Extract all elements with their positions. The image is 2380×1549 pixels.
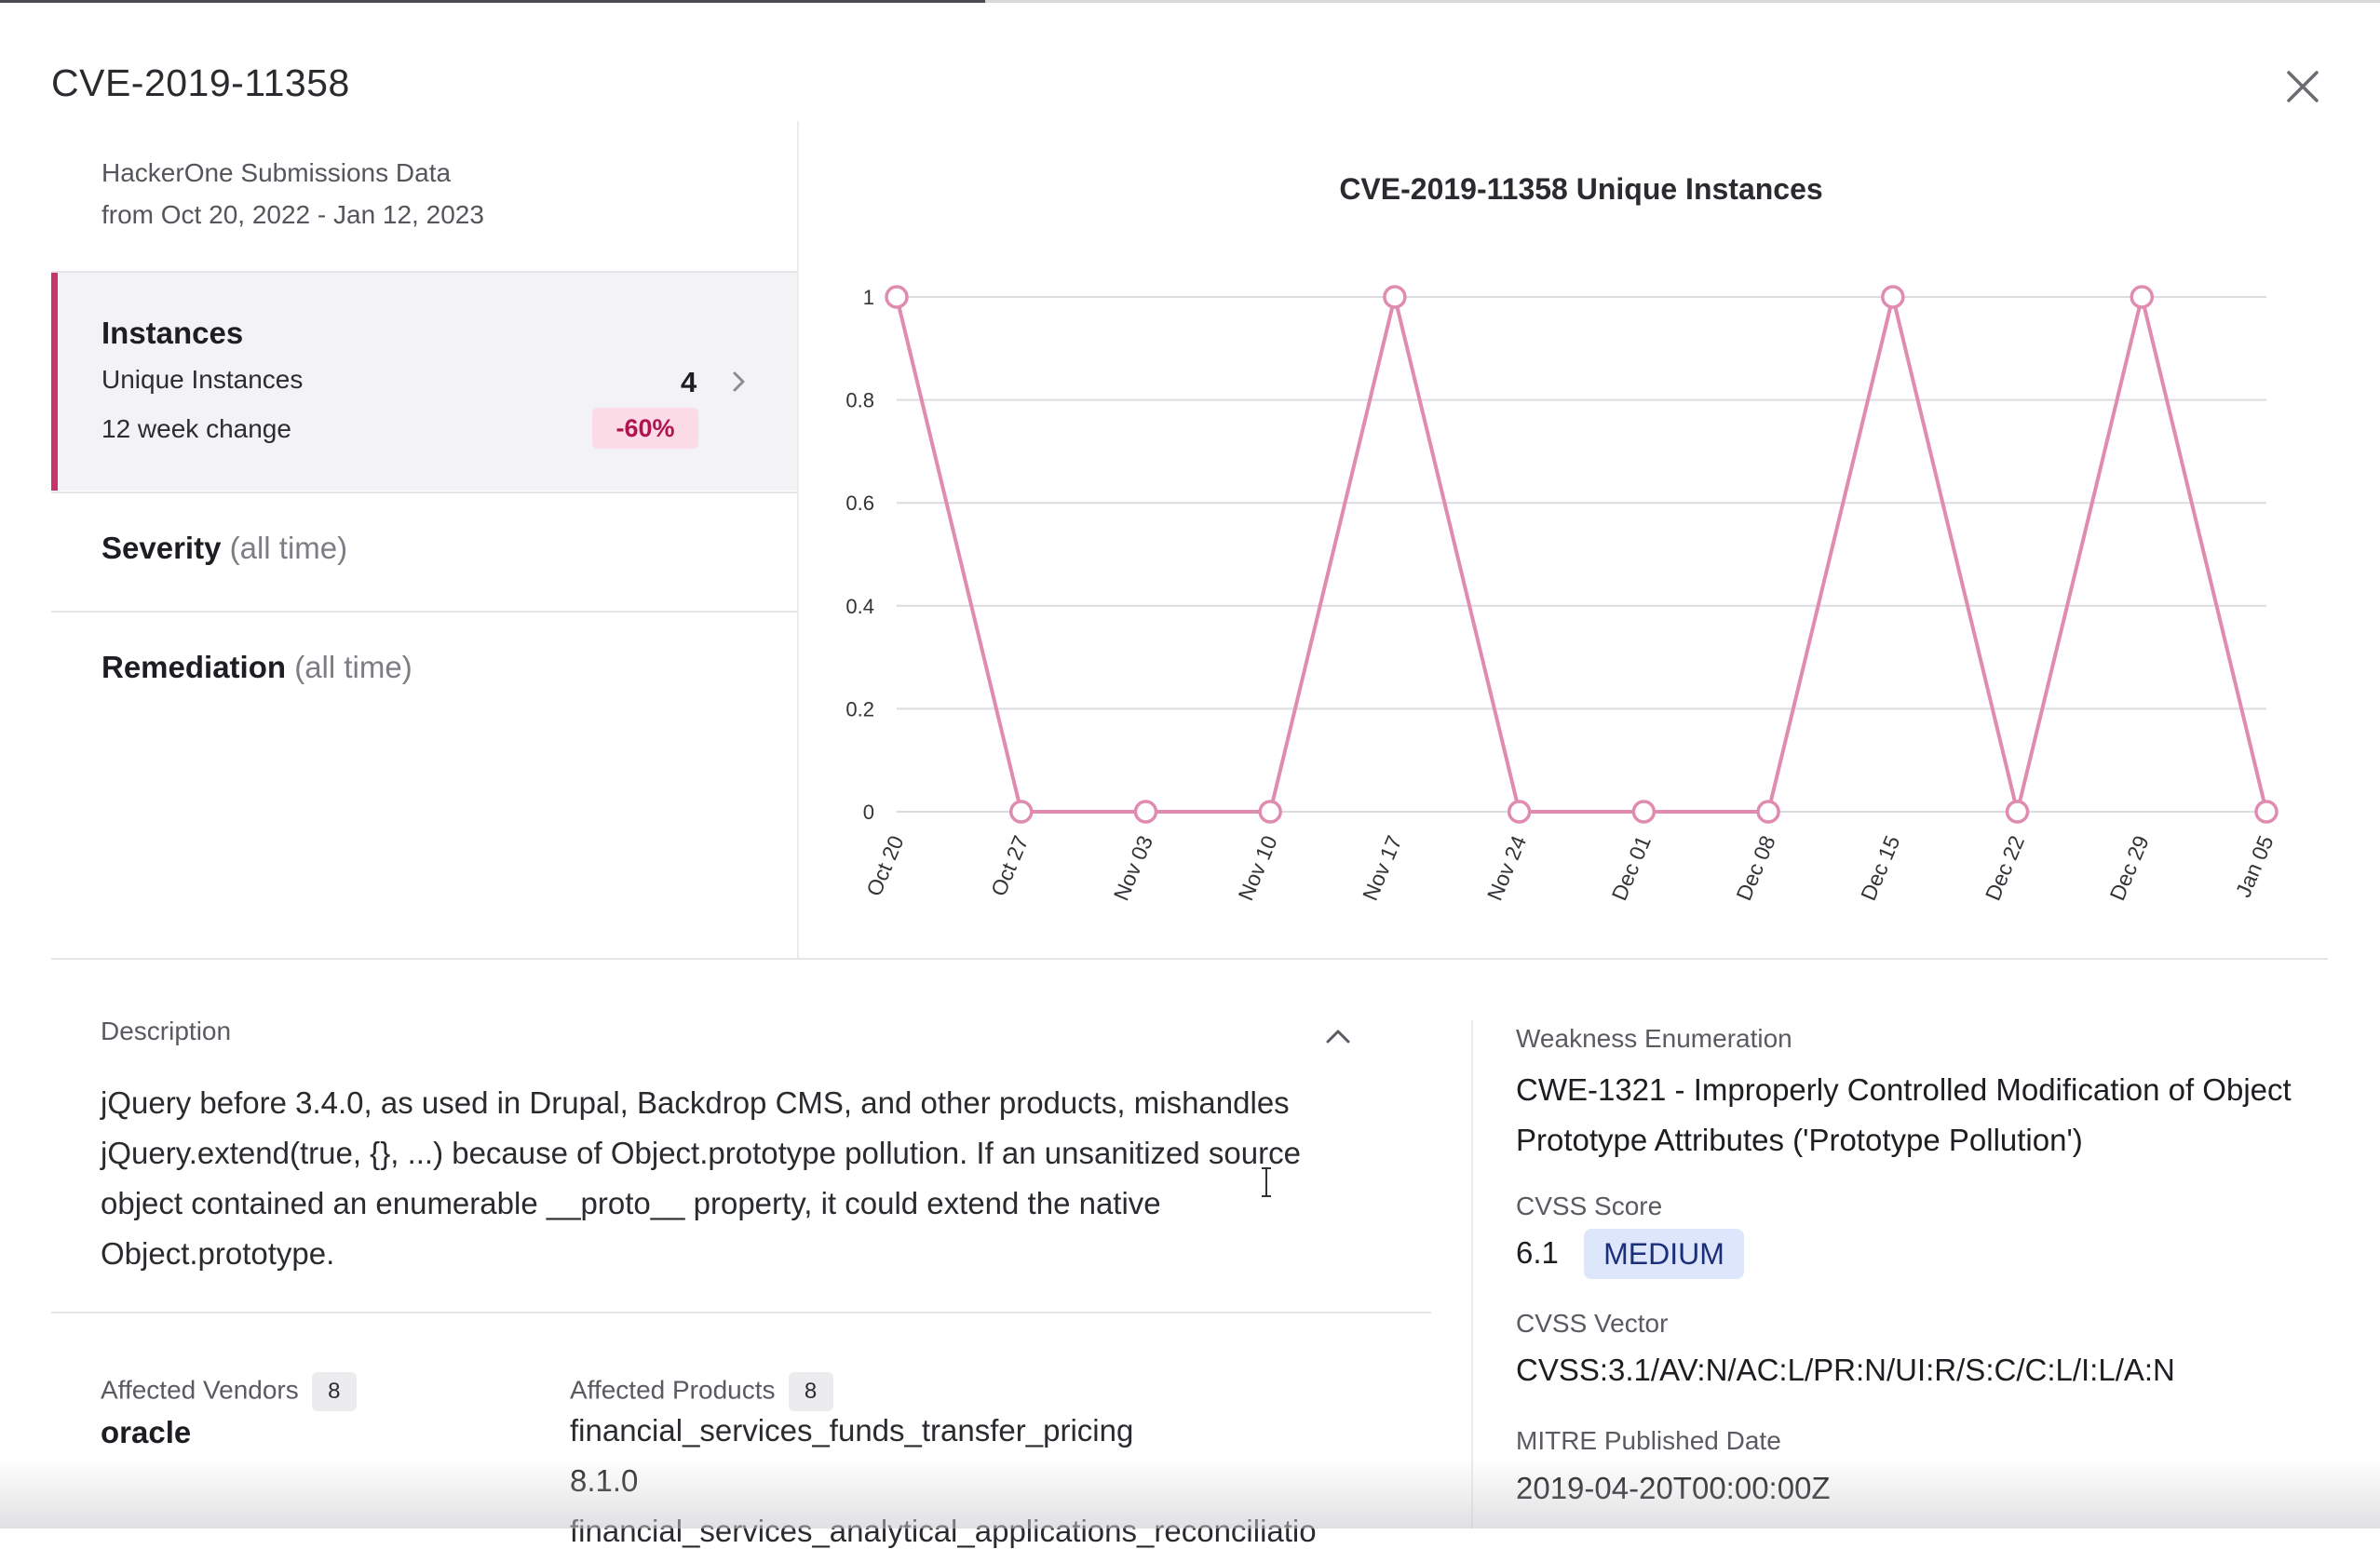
chart-gridlines xyxy=(897,296,2266,813)
data-source-text: HackerOne Submissions Data xyxy=(101,158,452,187)
y-tick-label: 1 xyxy=(863,286,874,309)
date-range-text: from Oct 20, 2022 - Jan 12, 2023 xyxy=(101,200,484,229)
window-top-bar-track xyxy=(985,0,2380,3)
data-point[interactable] xyxy=(1631,800,1657,824)
active-accent-bar xyxy=(51,273,58,491)
chevron-up-icon xyxy=(1326,1030,1350,1044)
product-item: financial_services_analytical_applicatio… xyxy=(570,1514,1317,1548)
data-point[interactable] xyxy=(1383,285,1407,309)
mitre-date-label: MITRE Published Date xyxy=(1516,1426,1781,1455)
chevron-right-icon[interactable] xyxy=(727,368,751,396)
x-tick-label: Dec 22 xyxy=(1981,832,2029,904)
unique-instances-count: 4 xyxy=(681,366,697,398)
close-button[interactable] xyxy=(2279,63,2326,110)
y-tick-label: 0.8 xyxy=(845,389,874,412)
data-point[interactable] xyxy=(2130,285,2155,309)
severity-badge: MEDIUM xyxy=(1584,1229,1744,1279)
affected-products-label: Affected Products 8 xyxy=(570,1372,833,1411)
data-point[interactable] xyxy=(1507,800,1532,824)
cvss-score-label: CVSS Score xyxy=(1516,1192,1663,1220)
x-tick-label: Oct 20 xyxy=(861,832,908,900)
y-tick-label: 0.6 xyxy=(845,492,874,515)
chart-title: CVE-2019-11358 Unique Instances xyxy=(1339,172,1822,206)
cvss-vector-label: CVSS Vector xyxy=(1516,1309,1669,1338)
unique-instances-label: Unique Instances xyxy=(101,365,304,394)
chart-y-axis: 0 0.2 0.4 0.6 0.8 1 xyxy=(845,286,874,824)
collapse-description-button[interactable] xyxy=(1322,1020,1354,1052)
chart-series xyxy=(885,285,2279,824)
window-top-bar xyxy=(0,0,985,3)
data-point[interactable] xyxy=(1881,285,1905,309)
severity-title: Severity (all time) xyxy=(101,531,348,565)
text-cursor-icon xyxy=(1262,1167,1271,1197)
modal-title: CVE-2019-11358 xyxy=(51,61,350,104)
week-change-badge: -60% xyxy=(592,408,698,449)
data-point[interactable] xyxy=(2005,800,2030,824)
data-point[interactable] xyxy=(2254,800,2279,824)
vendors-count-badge: 8 xyxy=(311,1372,357,1411)
week-change-label: 12 week change xyxy=(101,414,291,443)
unique-instances-chart: CVE-2019-11358 Unique Instances 00.20.40… xyxy=(845,172,2279,904)
remediation-title: Remediation (all time) xyxy=(101,650,412,684)
x-tick-label: Nov 10 xyxy=(1233,832,1281,904)
x-tick-label: Nov 24 xyxy=(1482,832,1531,904)
summary-panel: HackerOne Submissions Data from Oct 20, … xyxy=(51,121,798,959)
description-label: Description xyxy=(101,1017,232,1045)
y-tick-label: 0.4 xyxy=(845,595,874,618)
cvss-vector-value: CVSS:3.1/AV:N/AC:L/PR:N/UI:R/S:C/C:L/I:L… xyxy=(1516,1353,2175,1387)
x-tick-label: Dec 08 xyxy=(1731,832,1779,904)
remediation-section[interactable]: Remediation (all time) xyxy=(51,613,798,730)
x-tick-label: Oct 27 xyxy=(986,832,1033,900)
data-point[interactable] xyxy=(1133,800,1158,824)
severity-section[interactable]: Severity (all time) xyxy=(51,493,798,611)
chart-bottom-divider xyxy=(51,958,2328,960)
instances-title: Instances xyxy=(101,316,244,350)
description-text: jQuery before 3.4.0, as used in Drupal, … xyxy=(101,1085,1301,1271)
description-divider xyxy=(51,1312,1431,1313)
cvss-score-value: 6.1 xyxy=(1516,1235,1559,1270)
chart-x-axis: Oct 20 Oct 27 Nov 03 Nov 10 Nov 17 Nov 24 Dec … xyxy=(861,832,2278,904)
y-tick-label: 0 xyxy=(863,801,874,824)
mitre-date-value: 2019-04-20T00:00:00Z xyxy=(1516,1471,1831,1505)
series-line xyxy=(895,295,2268,814)
data-point[interactable] xyxy=(885,285,909,309)
remediation-scope: (all time) xyxy=(294,650,412,684)
product-item: financial_services_funds_transfer_pricin… xyxy=(570,1413,1134,1448)
affected-vendors-label: Affected Vendors 8 xyxy=(101,1372,357,1411)
x-tick-label: Nov 03 xyxy=(1109,832,1157,904)
weakness-value: CWE-1321 - Improperly Controlled Modific… xyxy=(1516,1072,2292,1157)
data-point[interactable] xyxy=(1008,800,1034,824)
x-tick-label: Dec 01 xyxy=(1607,832,1656,904)
close-icon xyxy=(2287,71,2319,102)
x-tick-label: Jan 05 xyxy=(2231,832,2279,901)
weakness-label: Weakness Enumeration xyxy=(1516,1024,1792,1053)
products-count-badge: 8 xyxy=(788,1372,833,1411)
instances-section[interactable]: Instances Unique Instances 4 12 week cha… xyxy=(51,273,798,491)
severity-scope: (all time) xyxy=(229,531,348,565)
product-version: 8.1.0 xyxy=(570,1463,639,1498)
data-point[interactable] xyxy=(1258,800,1282,824)
x-tick-label: Nov 17 xyxy=(1358,832,1406,904)
x-tick-label: Dec 29 xyxy=(2104,832,2153,904)
data-point[interactable] xyxy=(1756,800,1780,824)
details-divider xyxy=(1471,1020,1473,1529)
x-tick-label: Dec 15 xyxy=(1856,832,1904,904)
vendor-item: oracle xyxy=(101,1415,192,1449)
y-tick-label: 0.2 xyxy=(845,697,874,721)
